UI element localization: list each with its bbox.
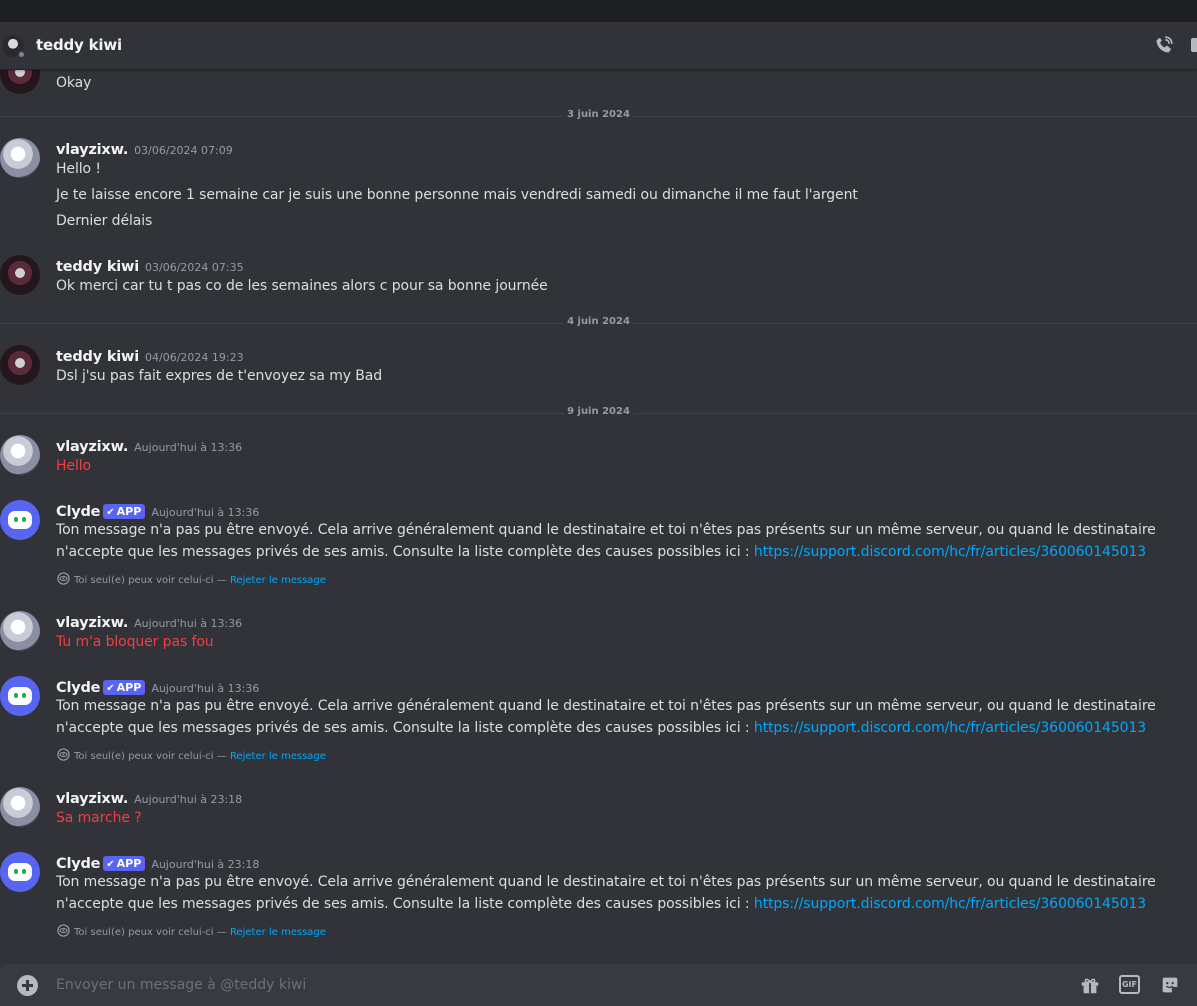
timestamp: Aujourd'hui à 13:36 bbox=[151, 682, 260, 695]
dm-title[interactable]: teddy kiwi bbox=[36, 36, 122, 54]
check-icon: ✔ bbox=[106, 683, 115, 694]
dismiss-message-link[interactable]: Rejeter le message bbox=[230, 575, 326, 586]
clyde-avatar[interactable] bbox=[0, 500, 40, 540]
message-header: Clyde ✔ APP Aujourd'hui à 23:18 bbox=[56, 853, 259, 872]
eye-icon bbox=[57, 572, 70, 585]
failed-message-text: Sa marche ? bbox=[56, 810, 142, 826]
timestamp: Aujourd'hui à 13:36 bbox=[134, 441, 243, 454]
message-text: Okay bbox=[56, 75, 92, 91]
username[interactable]: teddy kiwi bbox=[56, 259, 139, 275]
username[interactable]: vlayzixw. bbox=[56, 791, 128, 807]
app-badge: ✔ APP bbox=[103, 504, 146, 519]
system-message-text: Ton message n'a pas pu être envoyé. Cela… bbox=[56, 698, 1156, 736]
check-icon: ✔ bbox=[106, 507, 115, 518]
clyde-bot-icon bbox=[8, 863, 32, 881]
date-divider-label: 9 juin 2024 bbox=[563, 406, 634, 417]
message-header: teddy kiwi 04/06/2024 19:23 bbox=[56, 346, 244, 365]
avatar[interactable] bbox=[0, 138, 40, 178]
date-divider: 4 juin 2024 bbox=[0, 316, 1197, 327]
clyde-avatar[interactable] bbox=[0, 676, 40, 716]
username[interactable]: vlayzixw. bbox=[56, 615, 128, 631]
message-header: teddy kiwi 03/06/2024 07:35 bbox=[56, 256, 244, 275]
message-header: Clyde ✔ APP Aujourd'hui à 13:36 bbox=[56, 501, 259, 520]
app-badge: ✔ APP bbox=[103, 680, 146, 695]
message-header: vlayzixw. Aujourd'hui à 13:36 bbox=[56, 436, 242, 455]
check-icon: ✔ bbox=[106, 859, 115, 870]
avatar[interactable] bbox=[0, 255, 40, 295]
failed-message-text: Hello bbox=[56, 458, 91, 474]
message-header: Clyde ✔ APP Aujourd'hui à 13:36 bbox=[56, 677, 259, 696]
timestamp: 03/06/2024 07:09 bbox=[134, 144, 233, 157]
message-input[interactable] bbox=[56, 975, 956, 995]
clyde-bot-icon bbox=[8, 511, 32, 529]
video-icon[interactable] bbox=[1189, 36, 1197, 54]
window-top-strip bbox=[0, 0, 1197, 22]
add-attachment-icon[interactable] bbox=[17, 975, 38, 996]
support-link[interactable]: https://support.discord.com/hc/fr/articl… bbox=[754, 896, 1146, 912]
app-badge: ✔ APP bbox=[103, 856, 146, 871]
avatar[interactable] bbox=[0, 611, 40, 651]
username[interactable]: teddy kiwi bbox=[56, 349, 139, 365]
ephemeral-note: Toi seul(e) peux voir celui-ci — Rejeter… bbox=[57, 748, 326, 762]
ephemeral-note: Toi seul(e) peux voir celui-ci — Rejeter… bbox=[57, 572, 326, 586]
clyde-avatar[interactable] bbox=[0, 852, 40, 892]
message-text: Je te laisse encore 1 semaine car je sui… bbox=[56, 187, 858, 203]
avatar[interactable] bbox=[0, 787, 40, 827]
eye-icon bbox=[57, 748, 70, 761]
date-divider: 9 juin 2024 bbox=[0, 406, 1197, 417]
timestamp: Aujourd'hui à 23:18 bbox=[151, 858, 260, 871]
status-offline-indicator bbox=[17, 50, 26, 59]
message-list[interactable]: Okay 3 juin 2024 vlayzixw. 03/06/2024 07:… bbox=[0, 70, 1197, 964]
username[interactable]: Clyde bbox=[56, 504, 100, 520]
timestamp: 04/06/2024 19:23 bbox=[145, 351, 244, 364]
message-header: vlayzixw. 03/06/2024 07:09 bbox=[56, 139, 233, 158]
avatar[interactable] bbox=[0, 435, 40, 475]
gif-icon[interactable]: GIF bbox=[1119, 975, 1140, 994]
dismiss-message-link[interactable]: Rejeter le message bbox=[230, 751, 326, 762]
message-header: vlayzixw. Aujourd'hui à 23:18 bbox=[56, 788, 242, 807]
date-divider-label: 4 juin 2024 bbox=[563, 316, 634, 327]
timestamp: Aujourd'hui à 13:36 bbox=[151, 506, 260, 519]
date-divider-label: 3 juin 2024 bbox=[563, 109, 634, 120]
message-text: Dsl j'su pas fait expres de t'envoyez sa… bbox=[56, 368, 383, 384]
ephemeral-note: Toi seul(e) peux voir celui-ci — Rejeter… bbox=[57, 924, 326, 938]
message-composer bbox=[0, 964, 1197, 1006]
username[interactable]: Clyde bbox=[56, 856, 100, 872]
avatar[interactable] bbox=[0, 345, 40, 385]
support-link[interactable]: https://support.discord.com/hc/fr/articl… bbox=[754, 544, 1146, 560]
system-message-text: Ton message n'a pas pu être envoyé. Cela… bbox=[56, 522, 1156, 560]
dm-header: teddy kiwi bbox=[0, 22, 1197, 70]
system-message-text: Ton message n'a pas pu être envoyé. Cela… bbox=[56, 874, 1156, 912]
failed-message-text: Tu m'a bloquer pas fou bbox=[56, 634, 214, 650]
phone-call-icon[interactable] bbox=[1153, 34, 1175, 56]
message-text: Dernier délais bbox=[56, 213, 153, 229]
username[interactable]: Clyde bbox=[56, 680, 100, 696]
date-divider: 3 juin 2024 bbox=[0, 109, 1197, 120]
sticker-icon[interactable] bbox=[1159, 974, 1181, 996]
clyde-bot-icon bbox=[8, 687, 32, 705]
support-link[interactable]: https://support.discord.com/hc/fr/articl… bbox=[754, 720, 1146, 736]
dismiss-message-link[interactable]: Rejeter le message bbox=[230, 927, 326, 938]
gift-icon[interactable] bbox=[1079, 974, 1101, 996]
message-text: Ok merci car tu t pas co de les semaines… bbox=[56, 278, 548, 294]
avatar[interactable] bbox=[0, 70, 40, 94]
timestamp: 03/06/2024 07:35 bbox=[145, 261, 244, 274]
eye-icon bbox=[57, 924, 70, 937]
username[interactable]: vlayzixw. bbox=[56, 439, 128, 455]
timestamp: Aujourd'hui à 23:18 bbox=[134, 793, 243, 806]
message-header: vlayzixw. Aujourd'hui à 13:36 bbox=[56, 612, 242, 631]
timestamp: Aujourd'hui à 13:36 bbox=[134, 617, 243, 630]
username[interactable]: vlayzixw. bbox=[56, 142, 128, 158]
message-text: Hello ! bbox=[56, 161, 101, 177]
